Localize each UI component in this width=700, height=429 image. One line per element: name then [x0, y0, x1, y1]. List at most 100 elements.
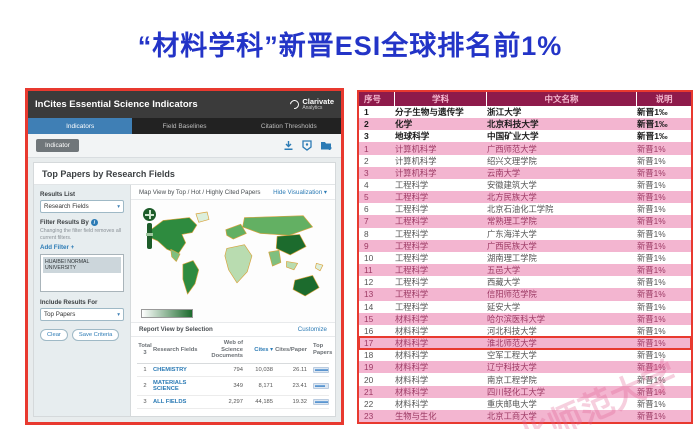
note-cell: 新晋1%	[637, 398, 691, 410]
col-cites-sorted[interactable]: Cites ▾	[243, 347, 273, 354]
esi-main-area: Map View by Top / Hot / Highly Cited Pap…	[131, 185, 335, 416]
include-results-label: Include Results For	[40, 299, 124, 306]
hide-visualization-link[interactable]: Hide Visualization ▾	[273, 189, 327, 196]
report-view-label: Report View by Selection	[139, 326, 213, 333]
note-cell: 新晋1%	[637, 252, 691, 264]
note-cell: 新晋1%	[637, 337, 691, 349]
ranking-row: 3计算机科学云南大学新晋1%	[359, 167, 691, 179]
subject-cell: 工程科学	[395, 276, 487, 288]
name-cell: 常熟理工学院	[487, 215, 637, 227]
cites-per-paper-value: 23.41	[273, 383, 307, 389]
tab-indicators[interactable]: Indicators	[28, 118, 132, 134]
filter-note: Changing the filter field removes all cu…	[40, 228, 124, 241]
rank-cell: 14	[359, 302, 395, 312]
add-filter-link[interactable]: Add Filter +	[40, 244, 124, 251]
filter-listbox[interactable]: HUAIBEI NORMAL UNIVERSITY	[40, 254, 124, 292]
brand-sub: Analytics	[302, 106, 322, 111]
clear-button[interactable]: Clear	[40, 329, 68, 341]
rank-cell: 3	[359, 168, 395, 178]
folder-add-icon[interactable]	[320, 140, 333, 151]
subject-cell: 计算机科学	[395, 167, 487, 179]
report-row: 2MATERIALS SCIENCE3498,17123.41	[137, 377, 329, 396]
research-field-link[interactable]: CHEMISTRY	[153, 367, 203, 373]
badge-icon[interactable]	[302, 140, 312, 151]
ranking-row: 2计算机科学绍兴文理学院新晋1%	[359, 155, 691, 167]
col-top-papers[interactable]: Top Papers	[307, 343, 332, 356]
filter-selected-item[interactable]: HUAIBEI NORMAL UNIVERSITY	[43, 257, 121, 273]
name-cell: 哈尔滨医科大学	[487, 313, 637, 325]
filter-by-header: Filter Results By i	[40, 219, 124, 226]
world-map-svg	[139, 202, 335, 320]
name-cell: 河北科技大学	[487, 325, 637, 337]
customize-link[interactable]: Customize	[298, 326, 327, 333]
note-cell: 新晋1%	[637, 203, 691, 215]
name-cell: 湖南理工学院	[487, 252, 637, 264]
ranking-row: 14工程科学延安大学新晋1%	[359, 301, 691, 313]
rank-cell: 12	[359, 277, 395, 287]
rank-cell: 8	[359, 229, 395, 239]
ranking-row: 5工程科学北方民族大学新晋1%	[359, 191, 691, 203]
rank-cell: 2	[359, 156, 395, 166]
top-papers-bar-fill	[315, 385, 325, 387]
name-cell: 重庆邮电大学	[487, 398, 637, 410]
note-cell: 新晋1%	[637, 361, 691, 373]
esi-sidebar: Results List Research Fields ▾ Filter Re…	[34, 185, 131, 416]
header-cname: 中文名称	[487, 92, 637, 106]
research-field-link[interactable]: MATERIALS SCIENCE	[153, 380, 203, 392]
results-list-select[interactable]: Research Fields ▾	[40, 200, 124, 213]
top-papers-bar[interactable]	[313, 399, 329, 405]
filter-by-label: Filter Results By	[40, 219, 89, 226]
esi-screenshot-panel: InCites Essential Science Indicators Cla…	[25, 88, 344, 425]
row-number: 1	[137, 367, 153, 373]
subject-cell: 化学	[395, 118, 487, 130]
pan-rose-icon[interactable]	[143, 208, 156, 221]
ranking-row: 23生物与生化北京工商大学新晋1%	[359, 410, 691, 422]
card-body: Results List Research Fields ▾ Filter Re…	[34, 185, 335, 416]
col-research-fields[interactable]: Research Fields	[153, 347, 203, 354]
name-cell: 西藏大学	[487, 276, 637, 288]
rank-cell: 13	[359, 289, 395, 299]
download-icon[interactable]	[283, 140, 294, 151]
name-cell: 辽宁科技大学	[487, 361, 637, 373]
name-cell: 广西民族大学	[487, 240, 637, 252]
name-cell: 中国矿业大学	[487, 130, 637, 142]
rank-cell: 9	[359, 241, 395, 251]
include-results-select[interactable]: Top Papers ▾	[40, 308, 124, 321]
top-papers-bar-cell	[307, 367, 329, 373]
col-cites-paper[interactable]: Cites/Paper	[273, 347, 307, 354]
clarivate-ring-icon	[288, 98, 301, 111]
ranking-row: 1计算机科学广西师范大学新晋1%	[359, 142, 691, 154]
row-number: 3	[137, 399, 153, 405]
subject-cell: 计算机科学	[395, 155, 487, 167]
ranking-row: 15材料科学哈尔滨医科大学新晋1%	[359, 313, 691, 325]
map-legend-gradient	[141, 309, 193, 318]
note-cell: 新晋1%	[637, 264, 691, 276]
report-header: Report View by Selection Customize	[131, 322, 335, 337]
research-field-link[interactable]: ALL FIELDS	[153, 399, 203, 405]
top-papers-bar[interactable]	[313, 383, 329, 389]
col-wos-documents[interactable]: Web of Science Documents	[203, 340, 243, 360]
note-cell: 新晋1%	[637, 325, 691, 337]
subject-cell: 工程科学	[395, 264, 487, 276]
sidebar-buttons: Clear Save Criteria	[40, 329, 124, 341]
cites-value: 8,171	[243, 383, 273, 389]
zoom-slider[interactable]	[147, 223, 152, 249]
save-criteria-button[interactable]: Save Criteria	[72, 329, 120, 341]
ranking-row: 13工程科学信阳师范学院新晋1%	[359, 288, 691, 300]
indicator-button[interactable]: Indicator	[36, 139, 79, 152]
world-map[interactable]	[131, 200, 335, 322]
info-icon[interactable]: i	[91, 219, 98, 226]
note-cell: 新晋1%	[637, 301, 691, 313]
note-cell: 新晋1%	[637, 191, 691, 203]
col-total: Total 3	[137, 343, 153, 356]
top-papers-bar[interactable]	[313, 367, 329, 373]
subject-cell: 材料科学	[395, 386, 487, 398]
tab-citation-thresholds[interactable]: Citation Thresholds	[237, 118, 341, 134]
esi-ranking-table: 序号 学科 中文名称 说明 1分子生物与遗传学浙江大学新晋1‰2化学北京科技大学…	[357, 90, 693, 424]
note-cell: 新晋1%	[637, 374, 691, 386]
note-cell: 新晋1%	[637, 143, 691, 155]
rank-cell: 16	[359, 326, 395, 336]
header-note: 说明	[637, 92, 691, 106]
tab-field-baselines[interactable]: Field Baselines	[132, 118, 236, 134]
clarivate-logo: Clarivate Analytics	[290, 98, 334, 111]
